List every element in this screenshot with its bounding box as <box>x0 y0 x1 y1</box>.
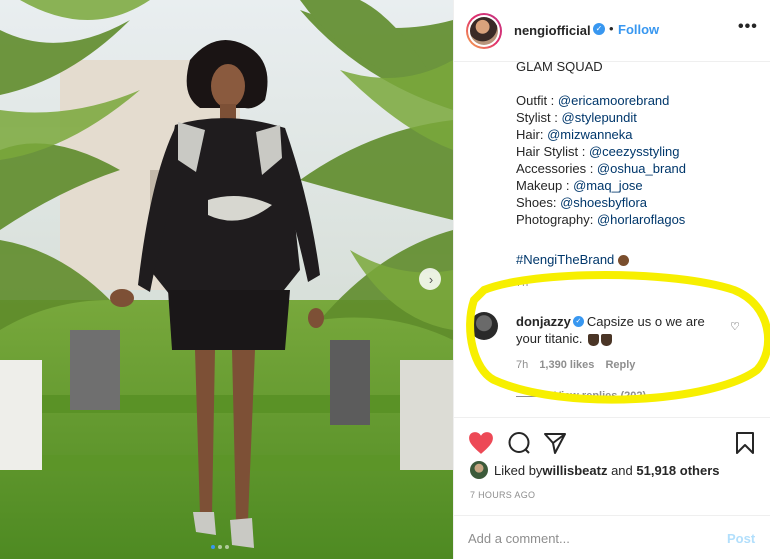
post-image <box>0 0 453 559</box>
comment-like-heart-icon[interactable]: ♡ <box>730 320 740 333</box>
hands-emoji-icon <box>601 333 613 346</box>
caption-time[interactable]: 7h <box>516 277 528 289</box>
comment-avatar[interactable] <box>470 312 498 340</box>
caption-text: Hair: <box>516 127 548 142</box>
comment-icon[interactable] <box>507 431 531 460</box>
carousel-indicator <box>211 545 229 549</box>
caption-line: Stylist : @stylepundit <box>516 109 766 126</box>
caption-text: Accessories : <box>516 161 597 176</box>
liked-by-and: and <box>607 462 637 478</box>
add-comment-input[interactable] <box>468 531 688 546</box>
post-button[interactable]: Post <box>727 531 755 546</box>
comment-meta: 7h 1,390 likes Reply <box>516 359 643 371</box>
verified-icon: ✓ <box>593 23 605 35</box>
post-header: nengiofficial ✓ • Follow ••• <box>454 0 770 62</box>
comment-time[interactable]: 7h <box>516 359 528 371</box>
caption-text: Hair Stylist : <box>516 144 589 159</box>
mention-link[interactable]: @shoesbyflora <box>560 195 647 210</box>
carousel-dot-active <box>211 545 215 549</box>
caption-text: Makeup : <box>516 178 574 193</box>
mention-link[interactable]: @ceezysstyling <box>589 144 680 159</box>
separator-dot: • <box>609 21 614 36</box>
caption-text: Outfit : <box>516 93 558 108</box>
caption-line: Makeup : @maq_jose <box>516 177 766 194</box>
mention-link[interactable]: @oshua_brand <box>597 161 686 176</box>
mention-link[interactable]: @mizwanneka <box>547 127 632 142</box>
caption-text: GLAM SQUAD <box>516 59 603 74</box>
avatar[interactable] <box>470 461 488 479</box>
caption-line: Photography: @horlaroflagos <box>516 211 766 228</box>
share-icon[interactable] <box>543 431 567 460</box>
caption-text: Shoes: <box>516 195 561 210</box>
liked-by: Liked by willisbeatz and 51,918 others <box>470 461 719 479</box>
profile-picture <box>470 17 498 45</box>
caption-line: #NengiTheBrand <box>516 251 766 268</box>
carousel-dot <box>218 545 222 549</box>
more-icon[interactable]: ••• <box>738 18 758 36</box>
post-photo[interactable]: › <box>0 0 453 559</box>
mention-link[interactable]: @stylepundit <box>562 110 637 125</box>
ring-emoji-icon <box>618 255 630 267</box>
view-replies-label: View replies (202) <box>554 390 647 402</box>
avatar[interactable] <box>466 13 502 49</box>
caption-line: Hair: @mizwanneka <box>516 126 766 143</box>
caption-line: Outfit : @ericamoorebrand <box>516 92 766 109</box>
post-timestamp[interactable]: 7 HOURS AGO <box>470 490 535 500</box>
like-heart-icon[interactable] <box>468 431 494 460</box>
comment-username[interactable]: donjazzy <box>516 314 571 329</box>
comment-likes-count[interactable]: 1,390 likes <box>539 359 594 371</box>
liked-by-prefix: Liked by <box>494 462 543 478</box>
carousel-dot <box>225 545 229 549</box>
comment-text: donjazzy ✓ Capsize us o we are your titani… <box>516 313 716 347</box>
hashtag-link[interactable]: #NengiTheBrand <box>516 252 614 267</box>
caption-line: Shoes: @shoesbyflora <box>516 194 766 211</box>
caption-line: Hair Stylist : @ceezysstyling <box>516 143 766 160</box>
add-comment-bar: Post <box>454 515 770 559</box>
mention-link[interactable]: @ericamoorebrand <box>558 93 669 108</box>
post-details-panel: nengiofficial ✓ • Follow ••• GLAM SQUAD … <box>453 0 770 559</box>
liked-by-user[interactable]: willisbeatz <box>542 463 607 478</box>
likes-count[interactable]: 51,918 others <box>636 463 719 478</box>
view-replies-button[interactable]: View replies (202) <box>516 390 646 402</box>
caption-line: GLAM SQUAD <box>516 58 766 75</box>
follow-button[interactable]: Follow <box>618 22 659 37</box>
caption-text: Stylist : <box>516 110 562 125</box>
verified-icon: ✓ <box>572 316 584 328</box>
reply-button[interactable]: Reply <box>605 359 635 371</box>
bookmark-icon[interactable] <box>734 431 756 460</box>
mention-link[interactable]: @maq_jose <box>573 178 643 193</box>
caption-text: Photography: <box>516 212 597 227</box>
caption: GLAM SQUAD Outfit : @ericamoorebrand Sty… <box>516 58 766 268</box>
mention-link[interactable]: @horlaroflagos <box>597 212 685 227</box>
caption-line: Accessories : @oshua_brand <box>516 160 766 177</box>
username[interactable]: nengiofficial <box>514 23 591 38</box>
hands-emoji-icon <box>588 333 600 346</box>
chevron-right-icon: › <box>428 271 434 287</box>
next-photo-button[interactable]: › <box>419 268 441 290</box>
divider-line <box>516 395 540 397</box>
